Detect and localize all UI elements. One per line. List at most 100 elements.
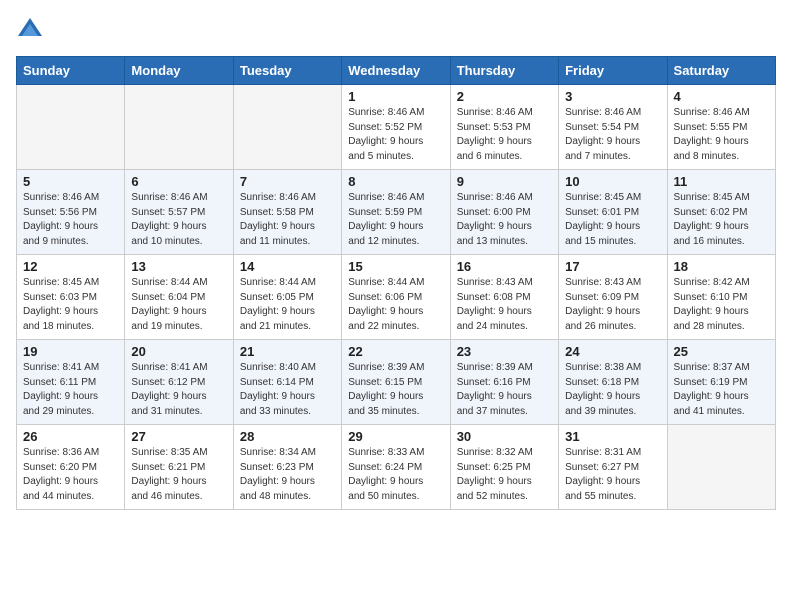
- day-info: Sunrise: 8:43 AMSunset: 6:08 PMDaylight:…: [457, 276, 552, 334]
- calendar-week-row: 26Sunrise: 8:36 AMSunset: 6:20 PMDayligh…: [17, 425, 776, 510]
- calendar-cell: 11 Sunrise: 8:45 AMSunset: 6:02 PMDayligh…: [667, 170, 775, 255]
- day-number: 30: [457, 429, 552, 444]
- calendar-week-row: 19 Sunrise: 8:41 AMSunset: 6:11 PMDayligh…: [17, 340, 776, 425]
- day-info: Sunrise: 8:33 AMSunset: 6:24 PMDaylight:…: [348, 446, 443, 504]
- day-info: Sunrise: 8:41 AMSunset: 6:11 PMDaylight:…: [23, 361, 118, 419]
- day-info: Sunrise: 8:39 AMSunset: 6:15 PMDaylight:…: [348, 361, 443, 419]
- column-header-sunday: Sunday: [17, 57, 125, 85]
- day-info: Sunrise: 8:42 AMSunset: 6:10 PMDaylight:…: [674, 276, 769, 334]
- column-header-tuesday: Tuesday: [233, 57, 341, 85]
- day-number: 26: [23, 429, 118, 444]
- day-number: 3: [565, 89, 660, 104]
- calendar-cell: 31 Sunrise: 8:31 AMSunset: 6:27 PMDayligh…: [559, 425, 667, 510]
- day-info: Sunrise: 8:38 AMSunset: 6:18 PMDaylight:…: [565, 361, 660, 419]
- day-info: Sunrise: 8:39 AMSunset: 6:16 PMDaylight:…: [457, 361, 552, 419]
- calendar-cell: 29 Sunrise: 8:33 AMSunset: 6:24 PMDayligh…: [342, 425, 450, 510]
- day-number: 25: [674, 344, 769, 359]
- day-info: Sunrise: 8:43 AMSunset: 6:09 PMDaylight:…: [565, 276, 660, 334]
- day-number: 17: [565, 259, 660, 274]
- day-number: 2: [457, 89, 552, 104]
- day-number: 24: [565, 344, 660, 359]
- calendar-cell: 20 Sunrise: 8:41 AMSunset: 6:12 PMDayligh…: [125, 340, 233, 425]
- logo: [16, 16, 48, 44]
- day-number: 6: [131, 174, 226, 189]
- day-number: 13: [131, 259, 226, 274]
- day-number: 4: [674, 89, 769, 104]
- day-info: Sunrise: 8:46 AMSunset: 5:59 PMDaylight:…: [348, 191, 443, 249]
- calendar-cell: 14 Sunrise: 8:44 AMSunset: 6:05 PMDayligh…: [233, 255, 341, 340]
- calendar-cell: 2 Sunrise: 8:46 AMSunset: 5:53 PMDaylight…: [450, 85, 558, 170]
- calendar-cell: 16 Sunrise: 8:43 AMSunset: 6:08 PMDayligh…: [450, 255, 558, 340]
- day-number: 29: [348, 429, 443, 444]
- calendar-week-row: 1 Sunrise: 8:46 AMSunset: 5:52 PMDaylight…: [17, 85, 776, 170]
- day-info: Sunrise: 8:40 AMSunset: 6:14 PMDaylight:…: [240, 361, 335, 419]
- day-info: Sunrise: 8:46 AMSunset: 5:55 PMDaylight:…: [674, 106, 769, 164]
- calendar-cell: [17, 85, 125, 170]
- calendar-cell: 27Sunrise: 8:35 AMSunset: 6:21 PMDayligh…: [125, 425, 233, 510]
- calendar-cell: 26Sunrise: 8:36 AMSunset: 6:20 PMDayligh…: [17, 425, 125, 510]
- column-header-monday: Monday: [125, 57, 233, 85]
- day-info: Sunrise: 8:31 AMSunset: 6:27 PMDaylight:…: [565, 446, 660, 504]
- calendar-cell: 15Sunrise: 8:44 AMSunset: 6:06 PMDayligh…: [342, 255, 450, 340]
- calendar-cell: 8Sunrise: 8:46 AMSunset: 5:59 PMDaylight…: [342, 170, 450, 255]
- day-info: Sunrise: 8:45 AMSunset: 6:02 PMDaylight:…: [674, 191, 769, 249]
- day-info: Sunrise: 8:46 AMSunset: 5:54 PMDaylight:…: [565, 106, 660, 164]
- day-info: Sunrise: 8:37 AMSunset: 6:19 PMDaylight:…: [674, 361, 769, 419]
- calendar-table: SundayMondayTuesdayWednesdayThursdayFrid…: [16, 56, 776, 510]
- column-header-wednesday: Wednesday: [342, 57, 450, 85]
- day-number: 19: [23, 344, 118, 359]
- calendar-cell: 24 Sunrise: 8:38 AMSunset: 6:18 PMDayligh…: [559, 340, 667, 425]
- calendar-cell: [233, 85, 341, 170]
- day-number: 14: [240, 259, 335, 274]
- calendar-cell: 30 Sunrise: 8:32 AMSunset: 6:25 PMDayligh…: [450, 425, 558, 510]
- calendar-cell: [667, 425, 775, 510]
- day-info: Sunrise: 8:32 AMSunset: 6:25 PMDaylight:…: [457, 446, 552, 504]
- day-number: 23: [457, 344, 552, 359]
- calendar-cell: 1 Sunrise: 8:46 AMSunset: 5:52 PMDaylight…: [342, 85, 450, 170]
- day-info: Sunrise: 8:46 AMSunset: 5:52 PMDaylight:…: [348, 106, 443, 164]
- calendar-cell: 21 Sunrise: 8:40 AMSunset: 6:14 PMDayligh…: [233, 340, 341, 425]
- day-info: Sunrise: 8:44 AMSunset: 6:05 PMDaylight:…: [240, 276, 335, 334]
- calendar-cell: 23 Sunrise: 8:39 AMSunset: 6:16 PMDayligh…: [450, 340, 558, 425]
- calendar-cell: 6 Sunrise: 8:46 AMSunset: 5:57 PMDaylight…: [125, 170, 233, 255]
- calendar-cell: 28 Sunrise: 8:34 AMSunset: 6:23 PMDayligh…: [233, 425, 341, 510]
- calendar-cell: 3 Sunrise: 8:46 AMSunset: 5:54 PMDaylight…: [559, 85, 667, 170]
- calendar-header-row: SundayMondayTuesdayWednesdayThursdayFrid…: [17, 57, 776, 85]
- page-header: [16, 16, 776, 44]
- day-number: 21: [240, 344, 335, 359]
- calendar-cell: 19 Sunrise: 8:41 AMSunset: 6:11 PMDayligh…: [17, 340, 125, 425]
- day-number: 31: [565, 429, 660, 444]
- day-number: 27: [131, 429, 226, 444]
- day-number: 22: [348, 344, 443, 359]
- calendar-cell: 17 Sunrise: 8:43 AMSunset: 6:09 PMDayligh…: [559, 255, 667, 340]
- calendar-cell: 18Sunrise: 8:42 AMSunset: 6:10 PMDayligh…: [667, 255, 775, 340]
- day-number: 20: [131, 344, 226, 359]
- calendar-week-row: 5 Sunrise: 8:46 AMSunset: 5:56 PMDaylight…: [17, 170, 776, 255]
- calendar-cell: 7Sunrise: 8:46 AMSunset: 5:58 PMDaylight…: [233, 170, 341, 255]
- day-number: 1: [348, 89, 443, 104]
- calendar-cell: 5 Sunrise: 8:46 AMSunset: 5:56 PMDaylight…: [17, 170, 125, 255]
- day-info: Sunrise: 8:46 AMSunset: 6:00 PMDaylight:…: [457, 191, 552, 249]
- calendar-cell: 13Sunrise: 8:44 AMSunset: 6:04 PMDayligh…: [125, 255, 233, 340]
- day-info: Sunrise: 8:46 AMSunset: 5:57 PMDaylight:…: [131, 191, 226, 249]
- day-info: Sunrise: 8:45 AMSunset: 6:03 PMDaylight:…: [23, 276, 118, 334]
- day-number: 28: [240, 429, 335, 444]
- day-number: 9: [457, 174, 552, 189]
- day-number: 5: [23, 174, 118, 189]
- day-number: 11: [674, 174, 769, 189]
- column-header-friday: Friday: [559, 57, 667, 85]
- day-info: Sunrise: 8:46 AMSunset: 5:56 PMDaylight:…: [23, 191, 118, 249]
- day-number: 12: [23, 259, 118, 274]
- column-header-thursday: Thursday: [450, 57, 558, 85]
- day-number: 10: [565, 174, 660, 189]
- day-info: Sunrise: 8:46 AMSunset: 5:53 PMDaylight:…: [457, 106, 552, 164]
- calendar-cell: 12 Sunrise: 8:45 AMSunset: 6:03 PMDayligh…: [17, 255, 125, 340]
- day-info: Sunrise: 8:34 AMSunset: 6:23 PMDaylight:…: [240, 446, 335, 504]
- calendar-cell: 22 Sunrise: 8:39 AMSunset: 6:15 PMDayligh…: [342, 340, 450, 425]
- calendar-cell: 9 Sunrise: 8:46 AMSunset: 6:00 PMDaylight…: [450, 170, 558, 255]
- day-number: 15: [348, 259, 443, 274]
- day-number: 16: [457, 259, 552, 274]
- day-number: 7: [240, 174, 335, 189]
- day-info: Sunrise: 8:41 AMSunset: 6:12 PMDaylight:…: [131, 361, 226, 419]
- calendar-cell: 25 Sunrise: 8:37 AMSunset: 6:19 PMDayligh…: [667, 340, 775, 425]
